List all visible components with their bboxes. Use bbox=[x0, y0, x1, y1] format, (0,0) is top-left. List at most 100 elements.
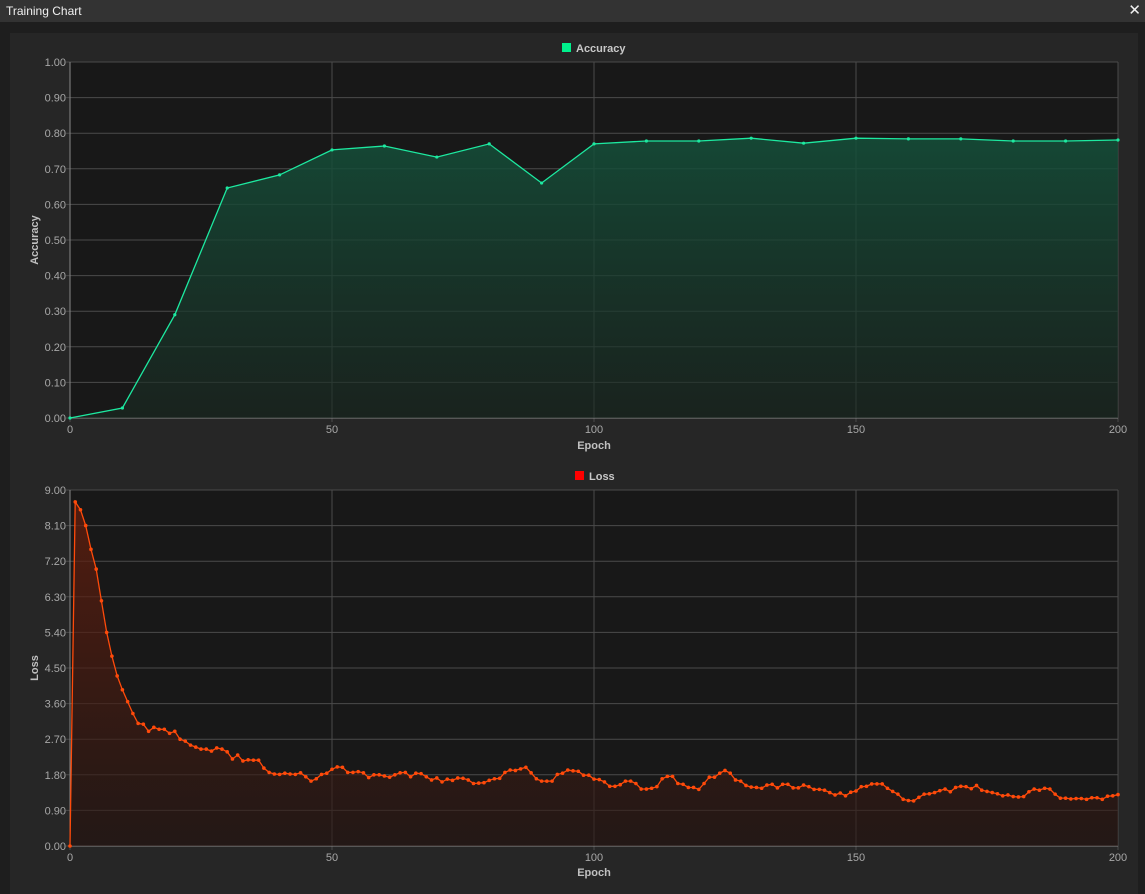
data-point bbox=[471, 781, 476, 786]
data-point bbox=[1064, 139, 1068, 143]
data-point bbox=[178, 737, 182, 741]
data-point bbox=[288, 772, 292, 776]
data-point bbox=[534, 776, 539, 781]
data-point bbox=[508, 768, 512, 772]
y-tick-label: 6.30 bbox=[45, 592, 66, 604]
data-point bbox=[193, 745, 198, 749]
data-point bbox=[487, 778, 492, 783]
data-point bbox=[131, 711, 135, 716]
data-point bbox=[702, 781, 706, 786]
data-point bbox=[586, 773, 591, 777]
data-point bbox=[173, 729, 177, 734]
data-point bbox=[822, 788, 827, 793]
data-point bbox=[1105, 794, 1110, 798]
legend-swatch bbox=[562, 43, 571, 52]
data-point bbox=[403, 770, 408, 775]
data-point bbox=[518, 767, 523, 771]
data-point bbox=[540, 181, 544, 185]
data-point bbox=[393, 773, 397, 777]
y-tick-label: 1.80 bbox=[45, 770, 66, 782]
y-tick-label: 0.00 bbox=[45, 841, 66, 853]
data-point bbox=[351, 770, 355, 775]
x-tick-label: 200 bbox=[1109, 852, 1127, 864]
data-point bbox=[1053, 792, 1057, 796]
data-point bbox=[801, 783, 806, 787]
data-point bbox=[607, 784, 612, 789]
data-point bbox=[754, 785, 759, 790]
data-point bbox=[854, 136, 858, 140]
data-point bbox=[990, 790, 995, 795]
data-point bbox=[807, 784, 811, 789]
data-point bbox=[278, 173, 282, 177]
data-point bbox=[1011, 794, 1015, 799]
data-point bbox=[435, 155, 439, 159]
data-point bbox=[1058, 796, 1063, 800]
data-point bbox=[712, 775, 717, 779]
y-tick-label: 0.90 bbox=[45, 93, 66, 105]
data-point bbox=[524, 765, 528, 770]
data-point bbox=[188, 743, 193, 747]
data-point bbox=[99, 598, 104, 603]
data-point bbox=[545, 779, 549, 783]
data-point bbox=[398, 771, 402, 775]
x-tick-label: 150 bbox=[847, 424, 865, 436]
data-point bbox=[550, 779, 554, 783]
data-point bbox=[639, 787, 643, 791]
data-point bbox=[738, 779, 743, 783]
data-point bbox=[665, 774, 670, 779]
data-point bbox=[256, 758, 261, 762]
y-tick-label: 0.80 bbox=[45, 128, 66, 140]
y-tick-label: 9.00 bbox=[45, 485, 66, 497]
x-tick-label: 100 bbox=[585, 424, 603, 436]
data-point bbox=[356, 769, 361, 774]
data-point bbox=[1037, 788, 1042, 793]
data-point bbox=[361, 771, 366, 775]
legend-label: Loss bbox=[589, 471, 615, 483]
data-point bbox=[476, 781, 481, 785]
data-point bbox=[864, 784, 869, 789]
data-point bbox=[377, 773, 381, 777]
y-tick-label: 2.70 bbox=[45, 734, 66, 746]
data-point bbox=[1027, 790, 1031, 794]
x-tick-label: 0 bbox=[67, 424, 73, 436]
data-point bbox=[911, 799, 916, 803]
data-point bbox=[644, 139, 649, 143]
data-point bbox=[869, 782, 874, 786]
data-point bbox=[676, 781, 680, 786]
data-point bbox=[922, 792, 926, 796]
data-point bbox=[309, 779, 313, 783]
data-point bbox=[728, 771, 733, 776]
data-point bbox=[592, 777, 596, 781]
data-point bbox=[602, 780, 607, 784]
data-point bbox=[173, 313, 177, 317]
data-point bbox=[917, 795, 921, 800]
data-point bbox=[1000, 793, 1005, 798]
data-point bbox=[938, 788, 942, 793]
data-point bbox=[681, 782, 685, 787]
data-point bbox=[78, 507, 83, 512]
data-point bbox=[974, 783, 979, 788]
y-tick-label: 8.10 bbox=[45, 521, 66, 533]
data-point bbox=[733, 778, 738, 782]
data-point bbox=[104, 630, 109, 635]
x-tick-label: 50 bbox=[326, 852, 338, 864]
y-tick-label: 0.20 bbox=[45, 342, 66, 354]
data-point bbox=[167, 731, 172, 736]
data-point bbox=[330, 767, 334, 772]
data-point bbox=[183, 739, 188, 743]
data-point bbox=[225, 186, 229, 190]
data-point bbox=[209, 749, 214, 753]
data-point bbox=[655, 784, 659, 789]
data-point bbox=[455, 776, 460, 780]
data-point bbox=[120, 406, 124, 410]
y-tick-label: 5.40 bbox=[45, 627, 66, 639]
data-point bbox=[152, 725, 156, 730]
data-point bbox=[340, 765, 345, 770]
data-point bbox=[220, 747, 224, 751]
data-point bbox=[482, 780, 486, 785]
data-point bbox=[848, 790, 853, 795]
data-point bbox=[759, 786, 764, 791]
data-point bbox=[1011, 139, 1015, 143]
data-point bbox=[749, 136, 753, 140]
data-point bbox=[1074, 796, 1078, 801]
